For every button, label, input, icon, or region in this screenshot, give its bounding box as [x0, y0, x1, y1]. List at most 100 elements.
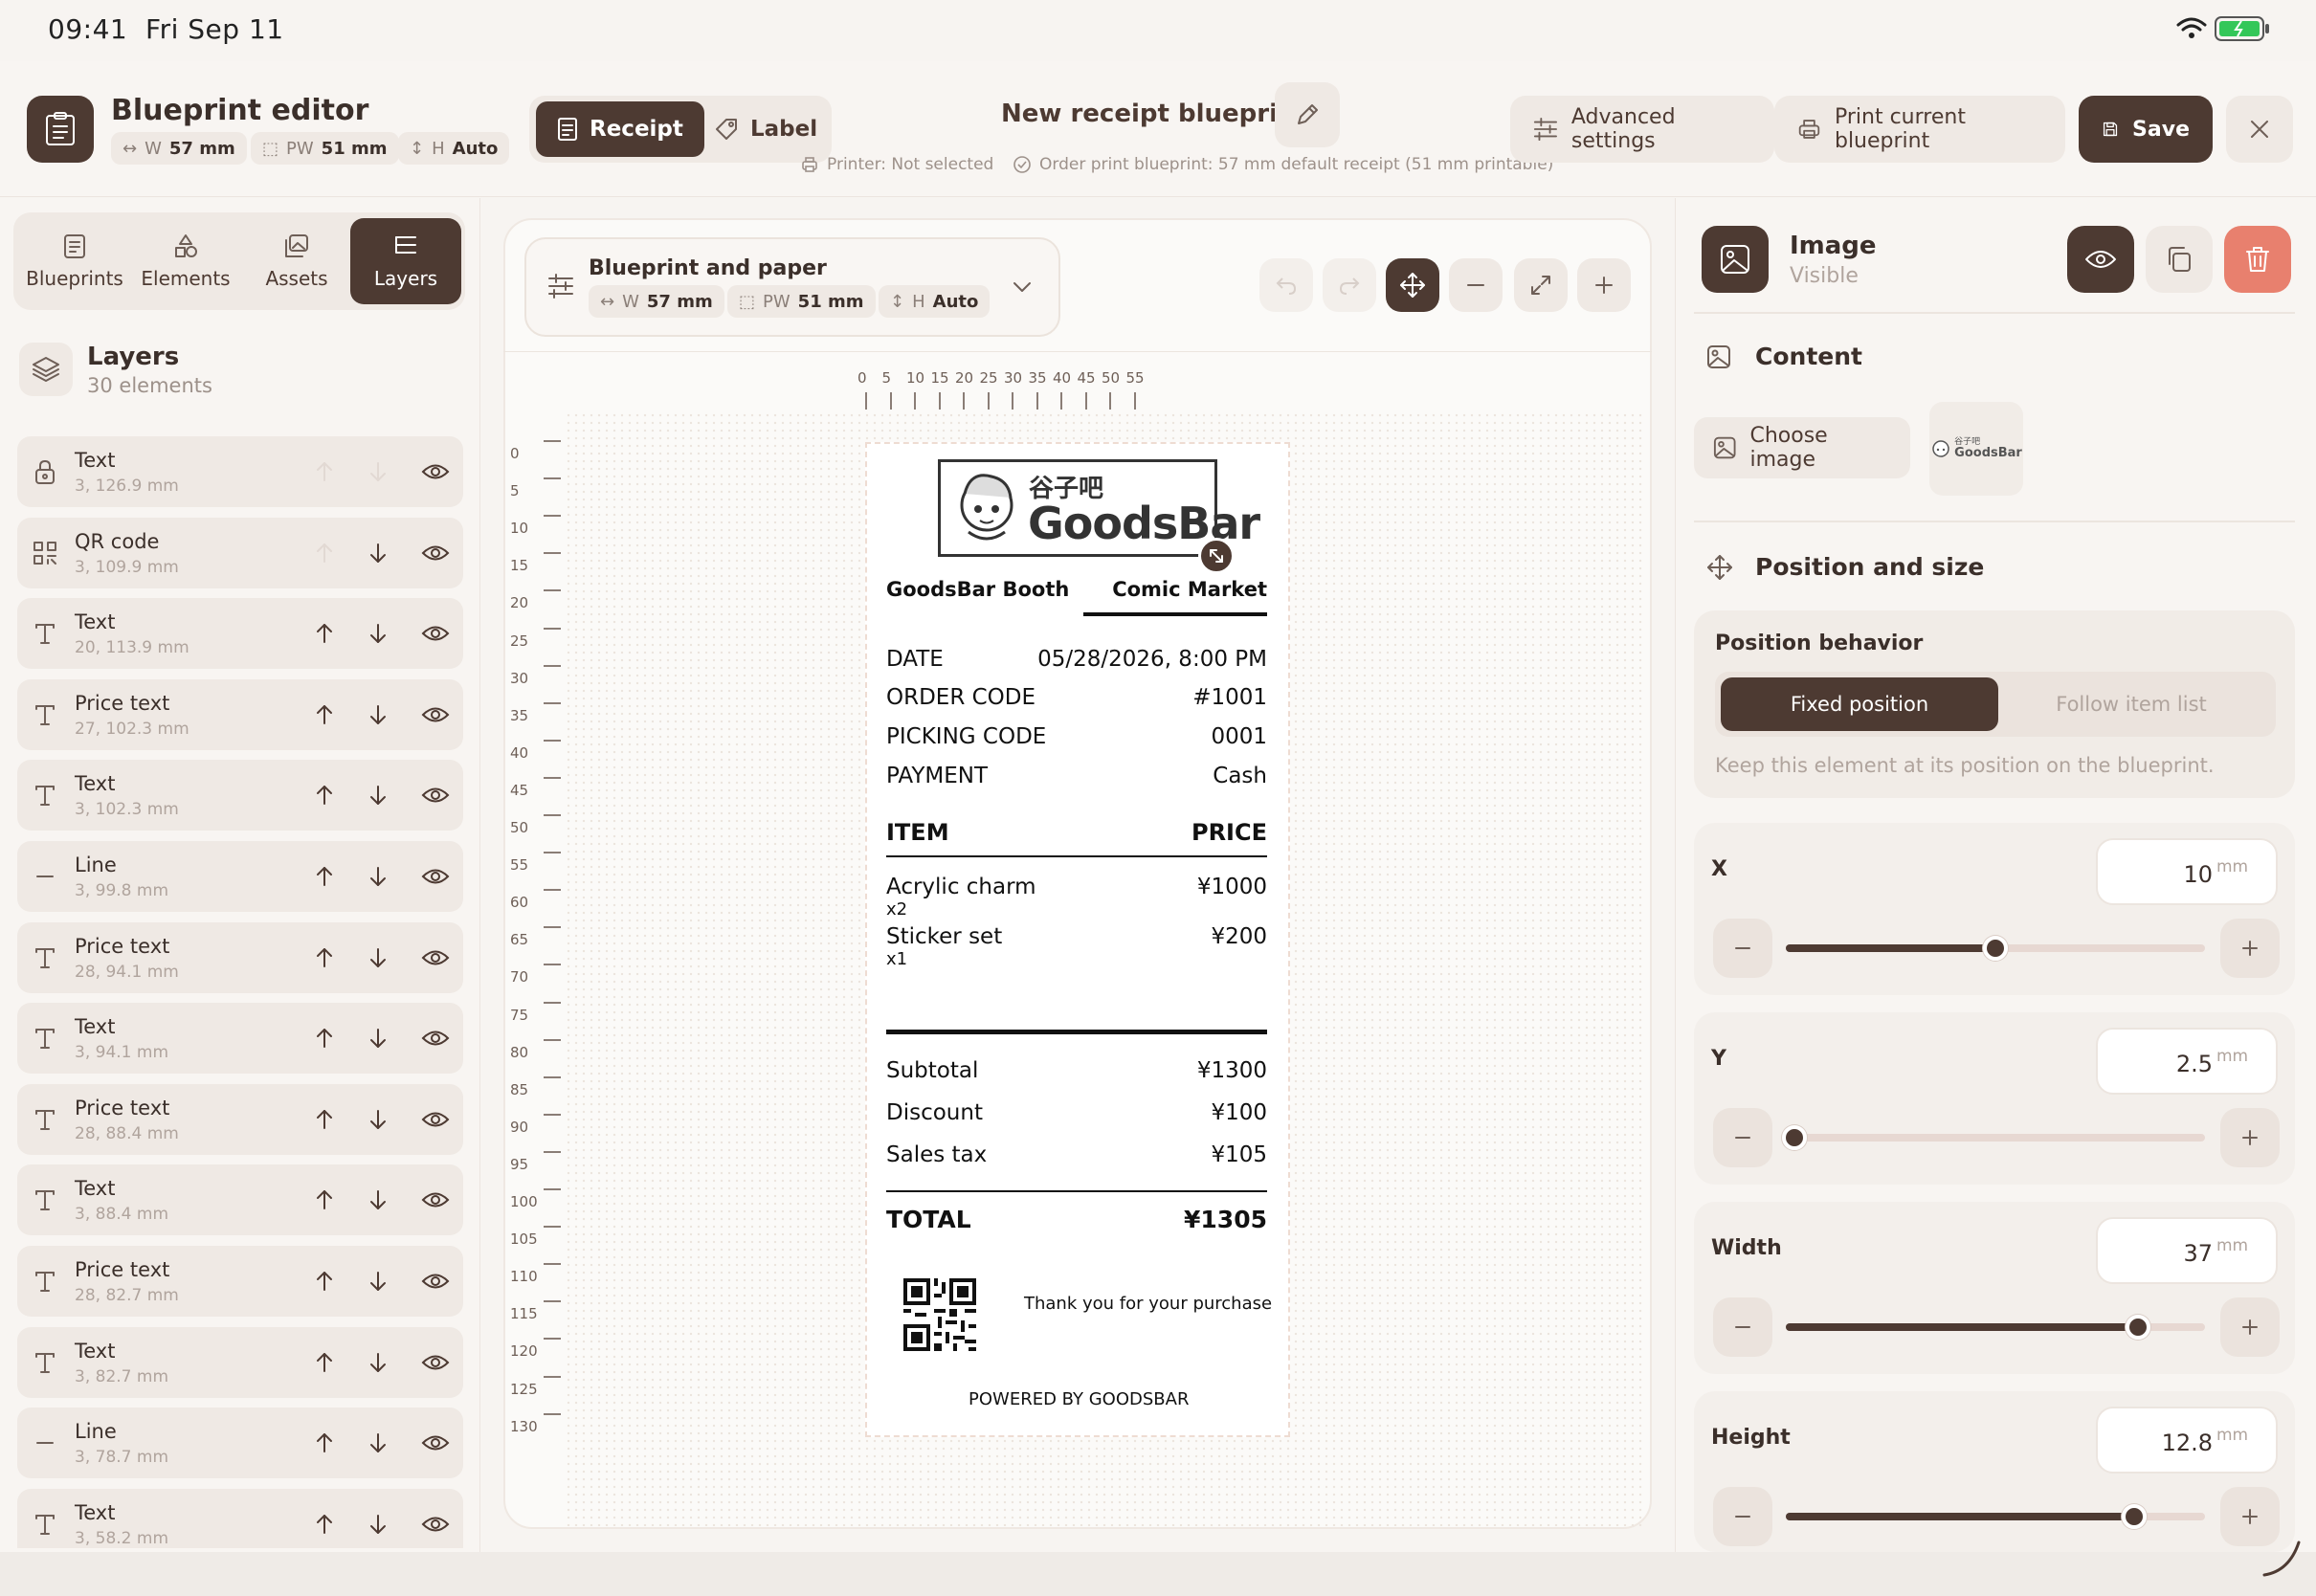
layer-row[interactable]: Price text 28, 94.1 mm	[17, 921, 463, 993]
move-layer-down-button[interactable]	[364, 1105, 392, 1134]
print-current-button[interactable]: Print current blueprint	[1774, 96, 2065, 163]
layer-row[interactable]: Text 3, 102.3 mm	[17, 760, 463, 831]
receipt-header-line[interactable]	[1083, 612, 1267, 616]
receipt-discount-value[interactable]: ¥100	[1101, 1100, 1267, 1125]
layer-row[interactable]: Text 20, 113.9 mm	[17, 598, 463, 670]
redo-button[interactable]	[1323, 258, 1376, 312]
field-input-y[interactable]: 2.5 mm	[2096, 1028, 2278, 1095]
receipt-subtotal-value[interactable]: ¥1300	[1101, 1058, 1267, 1083]
receipt-picking-value[interactable]: 0001	[1053, 724, 1267, 749]
move-layer-up-button[interactable]	[310, 619, 339, 648]
undo-button[interactable]	[1259, 258, 1313, 312]
layer-row[interactable]: Line 3, 99.8 mm	[17, 840, 463, 912]
move-layer-up-button[interactable]	[310, 943, 339, 972]
receipt-tax-value[interactable]: ¥105	[1101, 1142, 1267, 1167]
decrement-button[interactable]	[1713, 919, 1772, 978]
receipt-tax-label[interactable]: Sales tax	[886, 1142, 987, 1167]
move-layer-down-button[interactable]	[364, 1510, 392, 1539]
receipt-item-qty[interactable]: x2	[886, 899, 907, 920]
decrement-button[interactable]	[1713, 1108, 1772, 1167]
receipt-date-value[interactable]: 05/28/2026, 8:00 PM	[1014, 647, 1267, 672]
layer-visibility-button[interactable]	[421, 1348, 450, 1377]
move-layer-down-button[interactable]	[364, 1267, 392, 1296]
move-layer-up-button[interactable]	[310, 457, 339, 486]
fixed-position-option[interactable]: Fixed position	[1721, 677, 1998, 731]
visibility-toggle[interactable]	[2067, 226, 2134, 293]
field-input-width[interactable]: 37 mm	[2096, 1217, 2278, 1284]
increment-button[interactable]	[2220, 1297, 2280, 1357]
move-layer-up-button[interactable]	[310, 1105, 339, 1134]
move-layer-down-button[interactable]	[364, 862, 392, 891]
slider-track[interactable]	[1786, 1315, 2205, 1340]
slider-track[interactable]	[1786, 936, 2205, 961]
layer-visibility-button[interactable]	[421, 1267, 450, 1296]
layer-visibility-button[interactable]	[421, 781, 450, 809]
receipt-discount-label[interactable]: Discount	[886, 1100, 983, 1125]
delete-button[interactable]	[2224, 226, 2291, 293]
layer-visibility-button[interactable]	[421, 862, 450, 891]
move-layer-up-button[interactable]	[310, 1186, 339, 1214]
close-button[interactable]	[2226, 96, 2293, 163]
layer-visibility-button[interactable]	[421, 1105, 450, 1134]
move-layer-down-button[interactable]	[364, 781, 392, 809]
layer-visibility-button[interactable]	[421, 1024, 450, 1053]
layer-row[interactable]: Text 3, 82.7 mm	[17, 1326, 463, 1398]
move-layer-up-button[interactable]	[310, 1429, 339, 1457]
tab-receipt[interactable]: Receipt	[536, 101, 704, 157]
move-layer-down-button[interactable]	[364, 943, 392, 972]
move-layer-up-button[interactable]	[310, 539, 339, 567]
move-layer-up-button[interactable]	[310, 700, 339, 729]
receipt-payment-value[interactable]: Cash	[1053, 764, 1267, 788]
layer-visibility-button[interactable]	[421, 539, 450, 567]
layer-row[interactable]: Text 3, 58.2 mm	[17, 1488, 463, 1548]
receipt-item-header[interactable]: ITEM	[886, 819, 949, 846]
receipt-booth[interactable]: GoodsBar Booth	[886, 578, 1069, 601]
move-layer-up-button[interactable]	[310, 781, 339, 809]
layer-row[interactable]: Price text 28, 88.4 mm	[17, 1083, 463, 1155]
receipt-item-name[interactable]: Sticker set	[886, 924, 1002, 949]
layer-visibility-button[interactable]	[421, 619, 450, 648]
slider-track[interactable]	[1786, 1504, 2205, 1529]
decrement-button[interactable]	[1713, 1297, 1772, 1357]
move-layer-down-button[interactable]	[364, 539, 392, 567]
receipt-date-label[interactable]: DATE	[886, 647, 944, 672]
move-layer-down-button[interactable]	[364, 619, 392, 648]
receipt-total-value[interactable]: ¥1305	[1101, 1206, 1267, 1233]
move-layer-down-button[interactable]	[364, 1186, 392, 1214]
follow-item-list-option[interactable]: Follow item list	[1993, 677, 2270, 731]
slider-thumb[interactable]	[2125, 1315, 2150, 1340]
receipt-item-price[interactable]: ¥1000	[1101, 875, 1267, 899]
increment-button[interactable]	[2220, 1108, 2280, 1167]
move-layer-down-button[interactable]	[364, 1024, 392, 1053]
move-layer-down-button[interactable]	[364, 700, 392, 729]
receipt-picking-label[interactable]: PICKING CODE	[886, 724, 1046, 749]
layer-visibility-button[interactable]	[421, 1510, 450, 1539]
layer-visibility-button[interactable]	[421, 457, 450, 486]
move-tool-button[interactable]	[1386, 258, 1439, 312]
decrement-button[interactable]	[1713, 1487, 1772, 1546]
increment-button[interactable]	[2220, 919, 2280, 978]
slider-track[interactable]	[1781, 1125, 2205, 1150]
layer-visibility-button[interactable]	[421, 700, 450, 729]
receipt-item-qty[interactable]: x1	[886, 949, 907, 969]
layer-row[interactable]: QR code 3, 109.9 mm	[17, 517, 463, 588]
layer-visibility-button[interactable]	[421, 1186, 450, 1214]
layer-row[interactable]: Line 3, 78.7 mm	[17, 1408, 463, 1479]
slider-thumb[interactable]	[2121, 1504, 2147, 1529]
move-layer-down-button[interactable]	[364, 457, 392, 486]
move-layer-up-button[interactable]	[310, 1348, 339, 1377]
zoom-out-button[interactable]	[1449, 258, 1503, 312]
layer-row[interactable]: Price text 27, 102.3 mm	[17, 678, 463, 750]
receipt-powered-by[interactable]: POWERED BY GOODSBAR	[969, 1389, 1189, 1409]
receipt-item-price[interactable]: ¥200	[1101, 924, 1267, 949]
move-layer-up-button[interactable]	[310, 1267, 339, 1296]
receipt-subtotal-label[interactable]: Subtotal	[886, 1058, 978, 1083]
image-thumbnail[interactable]: 谷子吧 GoodsBar	[1929, 402, 2023, 496]
receipt-order-label[interactable]: ORDER CODE	[886, 685, 1036, 710]
field-input-height[interactable]: 12.8 mm	[2096, 1407, 2278, 1474]
receipt-order-value[interactable]: #1001	[1053, 685, 1267, 710]
move-layer-down-button[interactable]	[364, 1429, 392, 1457]
receipt-item-line[interactable]	[886, 855, 1267, 857]
receipt-total-line[interactable]	[886, 1190, 1267, 1192]
fit-screen-button[interactable]	[1514, 258, 1568, 312]
